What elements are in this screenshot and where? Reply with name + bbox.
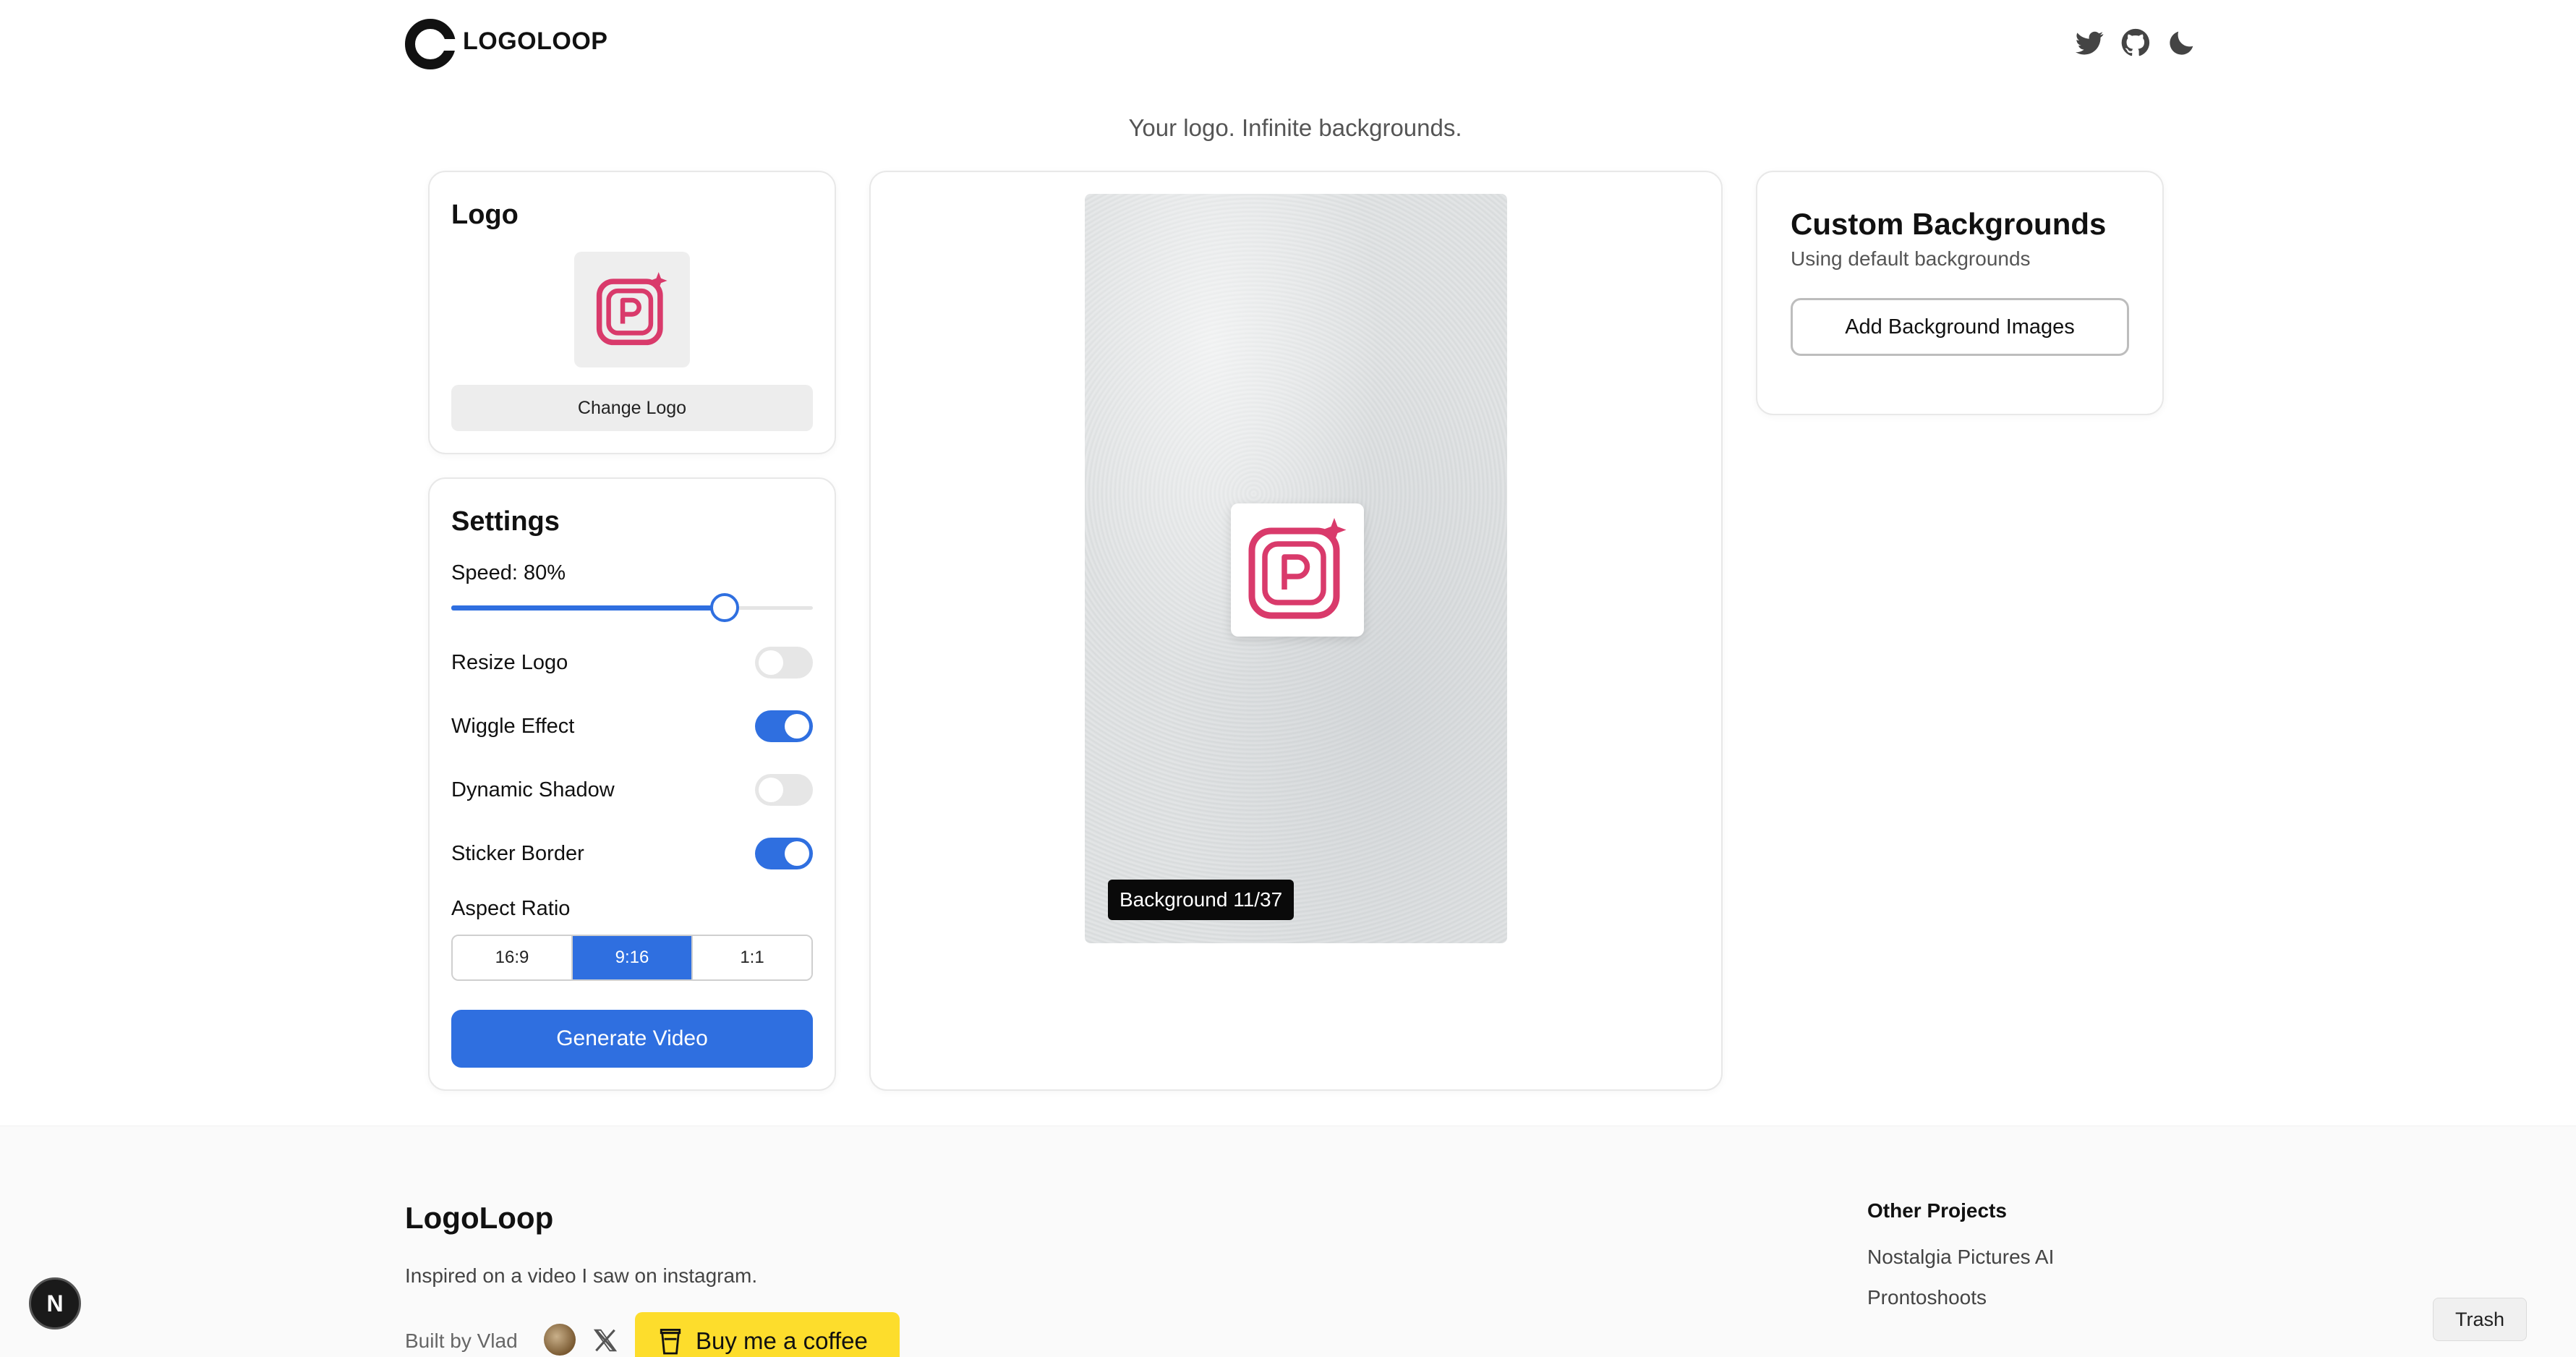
speed-slider-thumb[interactable] <box>710 593 739 622</box>
settings-title: Settings <box>451 506 560 537</box>
change-logo-button[interactable]: Change Logo <box>451 385 813 431</box>
speed-slider-fill <box>451 605 725 611</box>
generate-video-button[interactable]: Generate Video <box>451 1010 813 1068</box>
coffee-cup-icon <box>660 1329 681 1355</box>
parking-logo-icon <box>596 272 668 346</box>
add-background-images-button[interactable]: Add Background Images <box>1791 298 2129 356</box>
dynamic-shadow-toggle[interactable] <box>755 774 813 806</box>
built-by-text: Built by Vlad <box>405 1330 518 1352</box>
footer-brand: LogoLoop <box>405 1201 554 1235</box>
nostalgia-pictures-link[interactable]: Nostalgia Pictures AI <box>1867 1246 2054 1269</box>
ratio-1-1-button[interactable]: 1:1 <box>693 936 811 979</box>
parking-logo-icon <box>1248 518 1347 619</box>
logo-card-title: Logo <box>451 200 519 230</box>
trash-tooltip: Trash <box>2433 1298 2527 1341</box>
twitter-icon[interactable] <box>2073 26 2106 59</box>
logo-sticker <box>1231 503 1364 637</box>
aspect-ratio-label: Aspect Ratio <box>451 897 571 920</box>
resize-logo-toggle[interactable] <box>755 647 813 678</box>
moon-icon[interactable] <box>2165 26 2198 59</box>
sticker-border-toggle[interactable] <box>755 838 813 869</box>
footer-description: Inspired on a video I saw on instagram. <box>405 1264 758 1287</box>
resize-logo-label: Resize Logo <box>451 651 568 674</box>
footer <box>0 1126 2576 1357</box>
wiggle-effect-toggle[interactable] <box>755 710 813 742</box>
wiggle-effect-label: Wiggle Effect <box>451 715 575 738</box>
ratio-16-9-button[interactable]: 16:9 <box>453 936 573 979</box>
brand-name[interactable]: LOGOLOOP <box>463 27 607 56</box>
prontoshoots-link[interactable]: Prontoshoots <box>1867 1286 1987 1309</box>
coffee-label: Buy me a coffee <box>696 1327 868 1354</box>
github-icon[interactable] <box>2119 26 2152 59</box>
x-icon[interactable] <box>592 1327 619 1354</box>
tagline: Your logo. Infinite backgrounds. <box>1128 114 1462 141</box>
dynamic-shadow-label: Dynamic Shadow <box>451 778 615 801</box>
author-avatar[interactable] <box>544 1324 576 1356</box>
nextjs-dev-badge[interactable]: N <box>29 1277 81 1330</box>
speed-label: Speed: 80% <box>451 561 566 584</box>
logo-thumbnail <box>574 252 690 367</box>
ratio-9-16-button[interactable]: 9:16 <box>573 936 693 979</box>
logo-ring-icon <box>405 19 457 69</box>
aspect-ratio-group: 16:9 9:16 1:1 <box>451 935 813 981</box>
sticker-border-label: Sticker Border <box>451 842 584 865</box>
custom-backgrounds-subtitle: Using default backgrounds <box>1791 247 2031 270</box>
other-projects-title: Other Projects <box>1867 1199 2007 1222</box>
background-counter-badge: Background 11/37 <box>1108 880 1295 920</box>
buy-me-a-coffee-button[interactable]: Buy me a coffee <box>635 1312 900 1357</box>
custom-backgrounds-title: Custom Backgrounds <box>1791 207 2107 241</box>
